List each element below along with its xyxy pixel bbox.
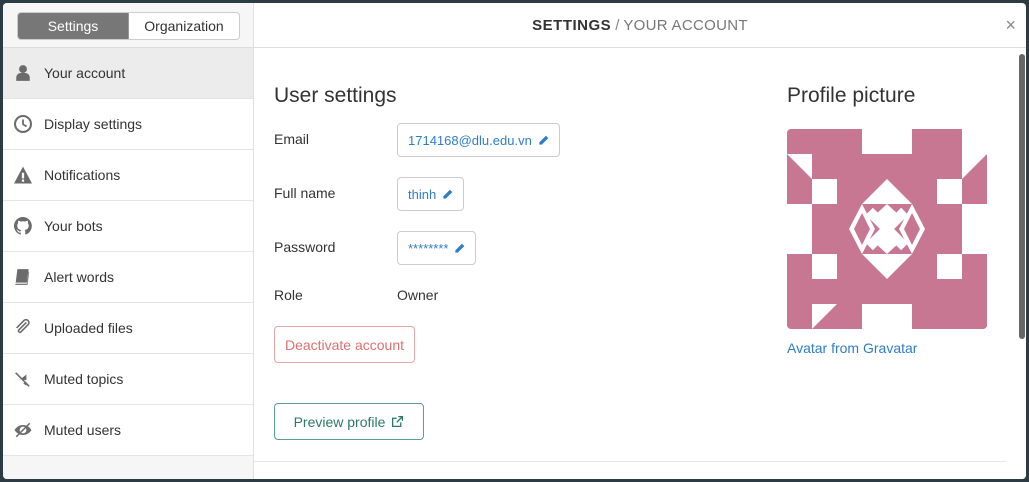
settings-modal: Settings Organization Your account Displ… <box>3 3 1026 479</box>
scroll-thumb[interactable] <box>1019 54 1025 339</box>
avatar[interactable] <box>787 129 987 329</box>
pencil-icon <box>539 135 549 145</box>
modal-header: SETTINGS / YOUR ACCOUNT × <box>254 3 1026 48</box>
email-label: Email <box>274 131 310 147</box>
header-title: SETTINGS <box>532 16 612 34</box>
role-value: Owner <box>397 287 439 303</box>
password-label: Password <box>274 239 336 255</box>
settings-sidebar: Settings Organization Your account Displ… <box>3 3 254 479</box>
fullname-field[interactable]: thinh <box>397 177 465 211</box>
pencil-icon <box>443 189 453 199</box>
sidebar-item-muted-topics[interactable]: Muted topics <box>3 354 253 405</box>
settings-tab[interactable]: Settings <box>18 13 129 39</box>
email-value: 1714168@dlu.edu.vn <box>408 132 532 148</box>
sidebar-header: Settings Organization <box>3 3 253 48</box>
eye-slash-icon <box>13 420 33 440</box>
pencil-icon <box>455 243 465 253</box>
sidebar-item-label: Alert words <box>44 269 115 285</box>
avatar-from-gravatar-link[interactable]: Avatar from Gravatar <box>787 340 917 356</box>
preview-profile-label: Preview profile <box>293 413 386 430</box>
scrollbar[interactable] <box>1017 49 1026 479</box>
sidebar-item-your-account[interactable]: Your account <box>3 48 253 99</box>
account-settings-panel: User settings Email 1714168@dlu.edu.vn F… <box>254 49 1026 479</box>
sidebar-item-your-bots[interactable]: Your bots <box>3 201 253 252</box>
header-subtitle: YOUR ACCOUNT <box>623 16 748 34</box>
sidebar-item-label: Your account <box>44 65 126 81</box>
user-settings-title: User settings <box>274 84 397 107</box>
sidebar-item-notifications[interactable]: Notifications <box>3 150 253 201</box>
warning-icon <box>13 165 33 185</box>
password-field[interactable]: ******** <box>397 231 477 265</box>
close-icon[interactable]: × <box>1005 15 1016 36</box>
github-icon <box>13 216 33 236</box>
mute-icon <box>13 369 33 389</box>
sidebar-item-display-settings[interactable]: Display settings <box>3 99 253 150</box>
sidebar-item-muted-users[interactable]: Muted users <box>3 405 253 456</box>
organization-tab[interactable]: Organization <box>129 13 239 39</box>
preview-profile-button[interactable]: Preview profile <box>274 403 424 440</box>
fullname-label: Full name <box>274 185 336 201</box>
sidebar-item-label: Muted users <box>44 422 122 438</box>
email-field[interactable]: 1714168@dlu.edu.vn <box>397 123 560 157</box>
sidebar-item-alert-words[interactable]: Alert words <box>3 252 253 303</box>
sidebar-item-label: Muted topics <box>44 371 124 387</box>
settings-toggle: Settings Organization <box>17 12 240 40</box>
sidebar-item-label: Uploaded files <box>44 320 133 336</box>
user-icon <box>13 63 33 83</box>
header-separator: / <box>615 16 620 34</box>
sidebar-item-label: Display settings <box>44 116 143 132</box>
external-link-icon <box>392 415 404 428</box>
book-icon <box>13 267 33 287</box>
fullname-value: thinh <box>408 186 437 202</box>
password-value: ******** <box>408 240 449 256</box>
clock-icon <box>13 114 33 134</box>
divider <box>254 461 1006 462</box>
sidebar-item-label: Notifications <box>44 167 121 183</box>
gravatar-image <box>787 129 987 329</box>
sidebar-item-label: Your bots <box>44 218 103 234</box>
role-label: Role <box>274 287 303 303</box>
deactivate-account-button[interactable]: Deactivate account <box>274 326 415 363</box>
profile-picture-title: Profile picture <box>787 84 916 107</box>
paperclip-icon <box>13 318 33 338</box>
sidebar-item-uploaded-files[interactable]: Uploaded files <box>3 303 253 354</box>
